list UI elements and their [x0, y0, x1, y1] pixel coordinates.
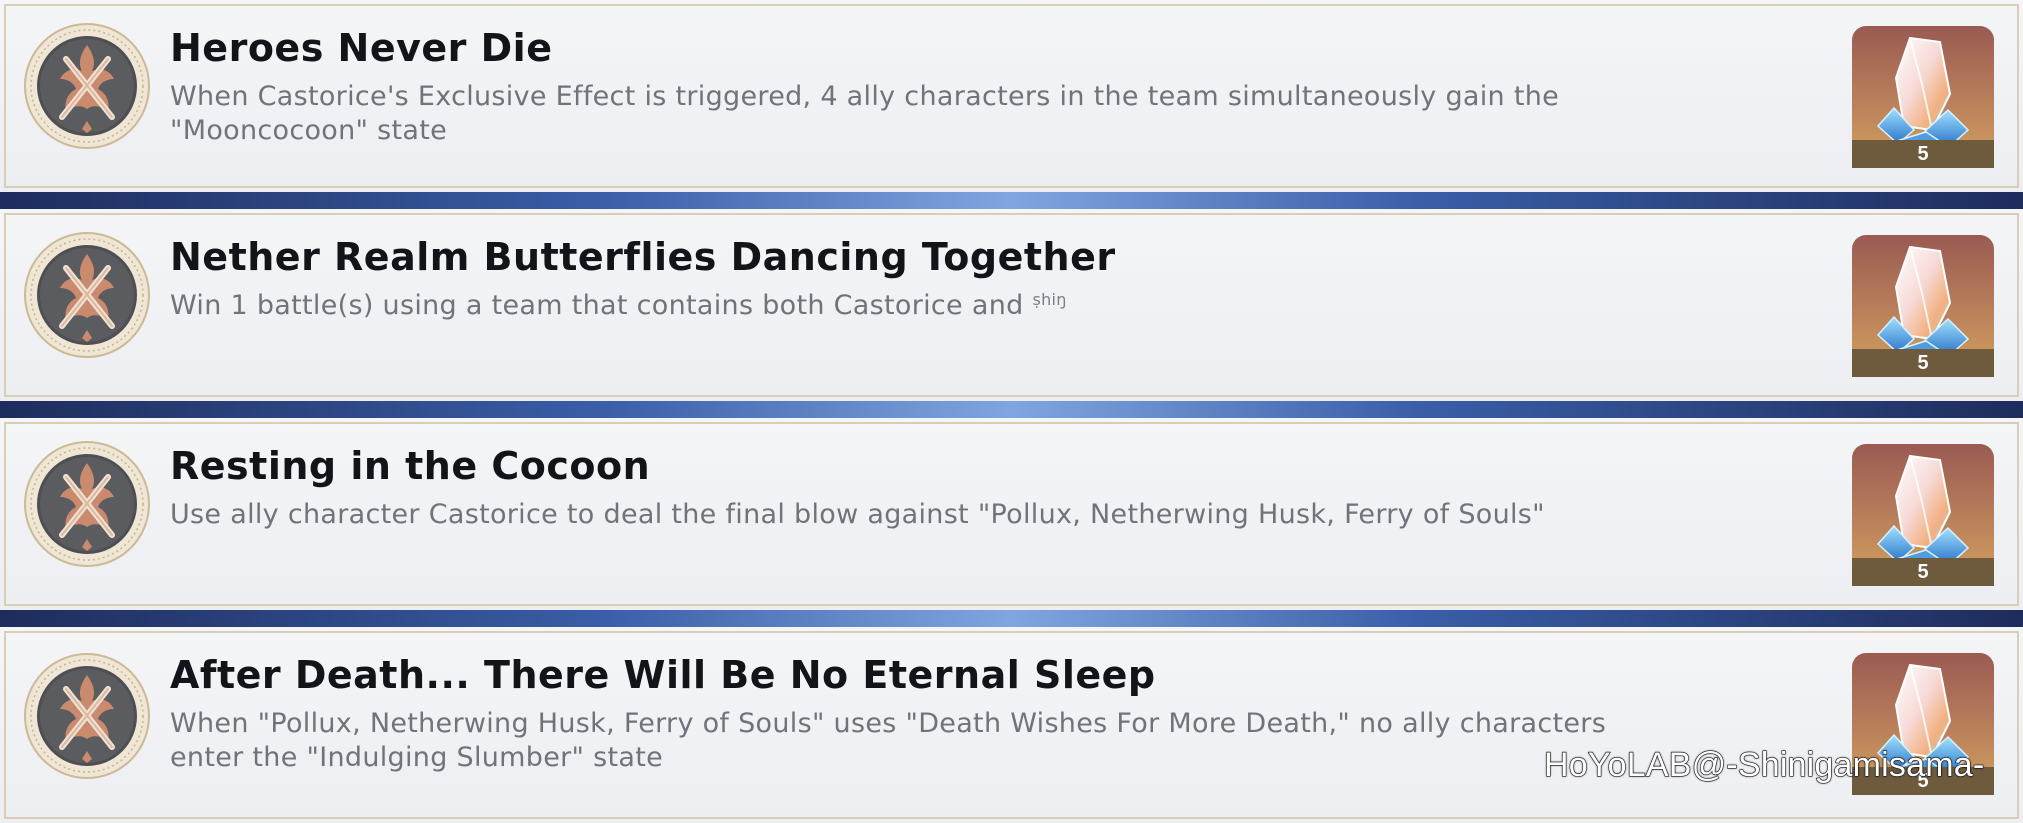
- reward-count: 5: [1917, 561, 1929, 583]
- achievement-title: Heroes Never Die: [170, 26, 553, 70]
- reward-count: 5: [1917, 352, 1929, 374]
- reward-count: 5: [1917, 143, 1929, 165]
- achievement-description: Win 1 battle(s) using a team that contai…: [170, 290, 1024, 321]
- crossed-feathers-medal-icon: [22, 651, 152, 781]
- reward-item[interactable]: 5: [1852, 444, 1994, 586]
- reward-item[interactable]: 5: [1852, 235, 1994, 377]
- crossed-feathers-medal-icon: [22, 21, 152, 151]
- watermark-text: HoYoLAB@-Shinigamisama-: [1543, 745, 1985, 784]
- achievement-title: Nether Realm Butterflies Dancing Togethe…: [170, 235, 1116, 279]
- achievement-description-wrap: Win 1 battle(s) using a team that contai…: [170, 289, 1670, 323]
- stellar-jade-icon: [1870, 452, 1974, 572]
- description-tag: ṣhiŋ: [1032, 290, 1067, 309]
- achievement-description: When "Pollux, Netherwing Husk, Ferry of …: [170, 708, 1607, 773]
- crossed-feathers-medal-icon: [22, 230, 152, 360]
- stellar-jade-icon: [1870, 34, 1974, 154]
- crossed-feathers-medal-icon: [22, 439, 152, 569]
- achievement-list: Heroes Never Die When Castorice's Exclus…: [0, 0, 2023, 823]
- reward-item[interactable]: 5: [1852, 26, 1994, 168]
- achievement-description: Use ally character Castorice to deal the…: [170, 499, 1545, 530]
- achievement-card[interactable]: Nether Realm Butterflies Dancing Togethe…: [0, 209, 2023, 401]
- achievement-description: When Castorice's Exclusive Effect is tri…: [170, 81, 1560, 146]
- achievement-card[interactable]: Resting in the Cocoon Use ally character…: [0, 418, 2023, 610]
- achievement-title: Resting in the Cocoon: [170, 444, 651, 488]
- achievement-card[interactable]: Heroes Never Die When Castorice's Exclus…: [0, 0, 2023, 192]
- achievement-title: After Death... There Will Be No Eternal …: [170, 653, 1156, 697]
- achievement-card[interactable]: After Death... There Will Be No Eternal …: [0, 627, 2023, 823]
- stellar-jade-icon: [1870, 243, 1974, 363]
